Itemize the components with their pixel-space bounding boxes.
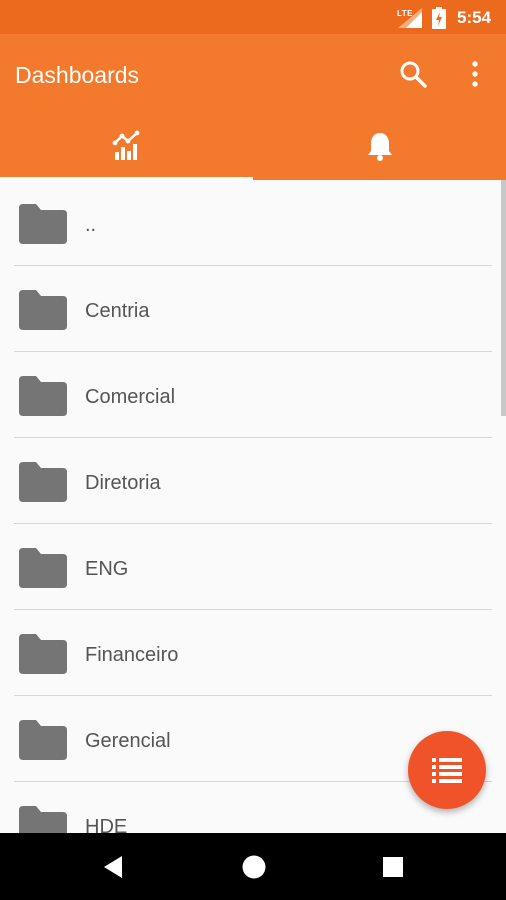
folder-name: ENG (85, 558, 129, 580)
folder-name: HDE (85, 816, 128, 833)
folder-icon (19, 204, 67, 244)
list-icon (432, 758, 462, 783)
recents-icon (383, 857, 403, 877)
list-view-fab[interactable] (408, 731, 486, 809)
folder-name: Comercial (85, 386, 176, 408)
bell-icon (367, 133, 392, 161)
folder-name: Diretoria (85, 472, 161, 494)
list-item[interactable]: ENG (0, 524, 500, 610)
folder-name: .. (85, 214, 97, 236)
list-item[interactable]: Diretoria (0, 438, 500, 524)
folder-name: Centria (85, 300, 150, 322)
tab-dashboards[interactable] (0, 122, 253, 180)
battery-charging-icon (432, 7, 446, 29)
more-vert-icon (472, 61, 478, 87)
page-title: Dashboards (15, 62, 140, 88)
cell-signal-icon (398, 8, 422, 28)
list-item[interactable]: Centria (0, 266, 500, 352)
back-icon (104, 856, 122, 878)
folder-icon (19, 634, 67, 674)
search-icon (400, 61, 427, 88)
tab-notifications[interactable] (253, 122, 506, 180)
list-item[interactable]: Financeiro (0, 610, 500, 696)
list-item[interactable]: .. (0, 180, 500, 266)
app-bar: Dashboards (0, 34, 506, 180)
folder-name: Gerencial (85, 730, 171, 752)
folder-icon (19, 806, 67, 833)
list-item[interactable]: Comercial (0, 352, 500, 438)
scrollbar-thumb[interactable] (501, 180, 506, 416)
folder-icon (19, 720, 67, 760)
folder-icon (19, 462, 67, 502)
folder-icon (19, 376, 67, 416)
home-button[interactable] (239, 852, 269, 882)
home-icon (242, 855, 266, 879)
clock: 5:54 (457, 8, 492, 27)
folder-icon (19, 290, 67, 330)
search-button[interactable] (398, 59, 428, 89)
folder-name: Financeiro (85, 644, 179, 666)
dashboard-chart-icon (112, 130, 139, 160)
recents-button[interactable] (378, 852, 408, 882)
back-button[interactable] (98, 852, 128, 882)
system-nav-bar (0, 833, 506, 900)
folder-icon (19, 548, 67, 588)
more-options-button[interactable] (462, 59, 488, 89)
status-bar: LTE 5:54 (0, 0, 506, 34)
